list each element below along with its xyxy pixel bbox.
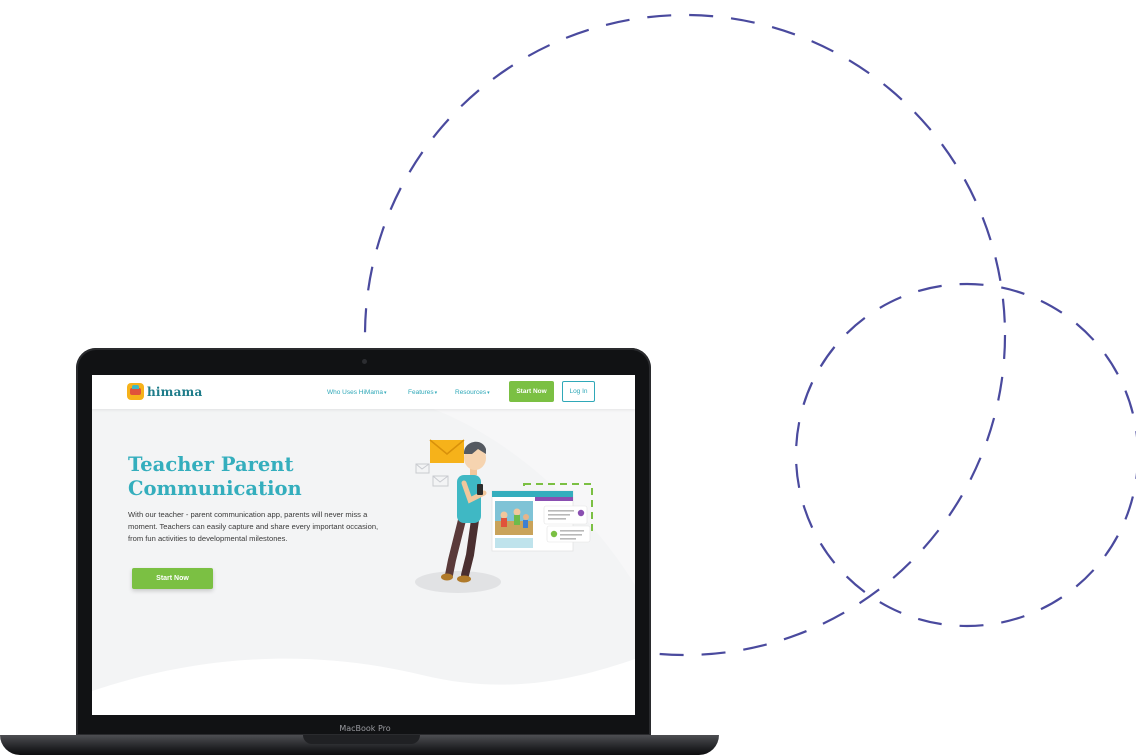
- laptop-screen: himama Who Uses HiMama▾ Features▾ Resour…: [92, 375, 635, 715]
- small-dashed-circle: [794, 282, 1136, 628]
- hero-illustration: [415, 439, 593, 593]
- chat-bubble: [546, 525, 591, 543]
- stage: himama Who Uses HiMama▾ Features▾ Resour…: [0, 0, 1136, 755]
- laptop-brand-label: MacBook Pro: [339, 724, 391, 733]
- camera-icon: [362, 359, 367, 364]
- envelope-outline-icon: [415, 463, 449, 487]
- envelope-icon: [429, 439, 465, 463]
- chat-bubble: [543, 505, 588, 525]
- laptop-hinge-notch: [303, 735, 420, 744]
